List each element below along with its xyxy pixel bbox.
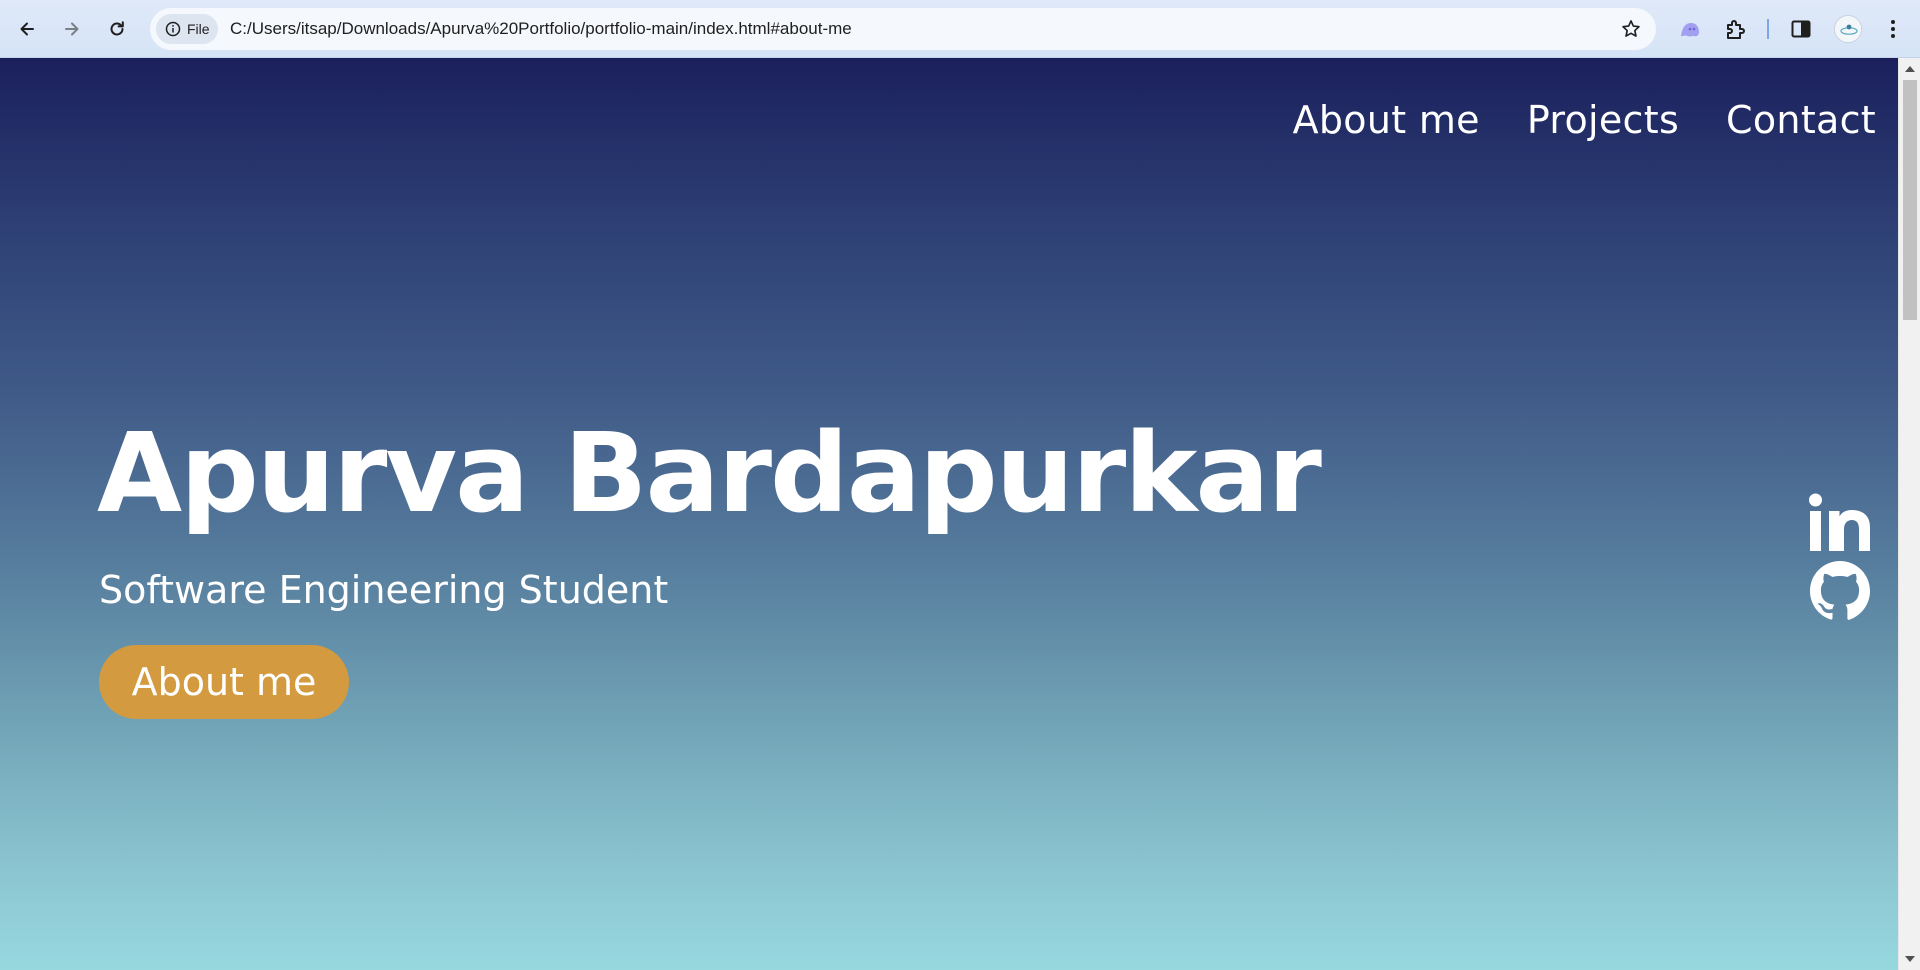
nav-link-contact[interactable]: Contact bbox=[1726, 98, 1876, 142]
scrollbar-thumb[interactable] bbox=[1903, 80, 1917, 320]
ghost-extension-button[interactable] bbox=[1677, 16, 1703, 42]
arrow-left-icon bbox=[20, 22, 34, 36]
side-panel-button[interactable] bbox=[1788, 16, 1814, 42]
scroll-up-arrow-icon[interactable] bbox=[1905, 66, 1915, 72]
kebab-menu-icon bbox=[1891, 20, 1895, 38]
back-button[interactable] bbox=[10, 12, 44, 46]
nav-link-about-me[interactable]: About me bbox=[1293, 98, 1480, 142]
arrow-right-icon bbox=[65, 22, 79, 36]
browser-menu-button[interactable] bbox=[1880, 16, 1906, 42]
top-nav: About me Projects Contact bbox=[1293, 98, 1876, 142]
github-icon[interactable] bbox=[1808, 559, 1872, 623]
profile-avatar-icon bbox=[1835, 16, 1861, 42]
page-viewport: About me Projects Contact Apurva Bardapu… bbox=[0, 58, 1898, 970]
star-icon[interactable] bbox=[1620, 18, 1642, 40]
toolbar-separator bbox=[1767, 19, 1769, 39]
avatar[interactable] bbox=[1834, 15, 1862, 43]
site-info-chip[interactable]: File bbox=[156, 14, 218, 44]
about-me-button[interactable]: About me bbox=[99, 645, 349, 719]
page-scrollbar[interactable] bbox=[1898, 58, 1920, 970]
reload-icon bbox=[110, 21, 124, 36]
puzzle-icon bbox=[1727, 20, 1745, 39]
extensions-button[interactable] bbox=[1723, 16, 1749, 42]
address-bar[interactable]: File C:/Users/itsap/Downloads/Apurva%20P… bbox=[150, 8, 1656, 50]
ghost-extension-icon bbox=[1681, 23, 1699, 37]
forward-button[interactable] bbox=[55, 12, 89, 46]
scroll-down-arrow-icon[interactable] bbox=[1905, 956, 1915, 962]
side-panel-icon bbox=[1791, 20, 1811, 38]
url-text[interactable]: C:/Users/itsap/Downloads/Apurva%20Portfo… bbox=[230, 8, 852, 50]
nav-link-projects[interactable]: Projects bbox=[1527, 98, 1679, 142]
linkedin-icon[interactable] bbox=[1808, 493, 1872, 553]
reload-button[interactable] bbox=[100, 12, 134, 46]
info-icon bbox=[165, 21, 181, 37]
hero-subtitle: Software Engineering Student bbox=[99, 568, 669, 612]
site-chip-label: File bbox=[187, 21, 210, 37]
social-links bbox=[1808, 493, 1872, 623]
browser-toolbar: File C:/Users/itsap/Downloads/Apurva%20P… bbox=[0, 0, 1920, 58]
hero-name: Apurva Bardapurkar bbox=[97, 409, 1322, 537]
